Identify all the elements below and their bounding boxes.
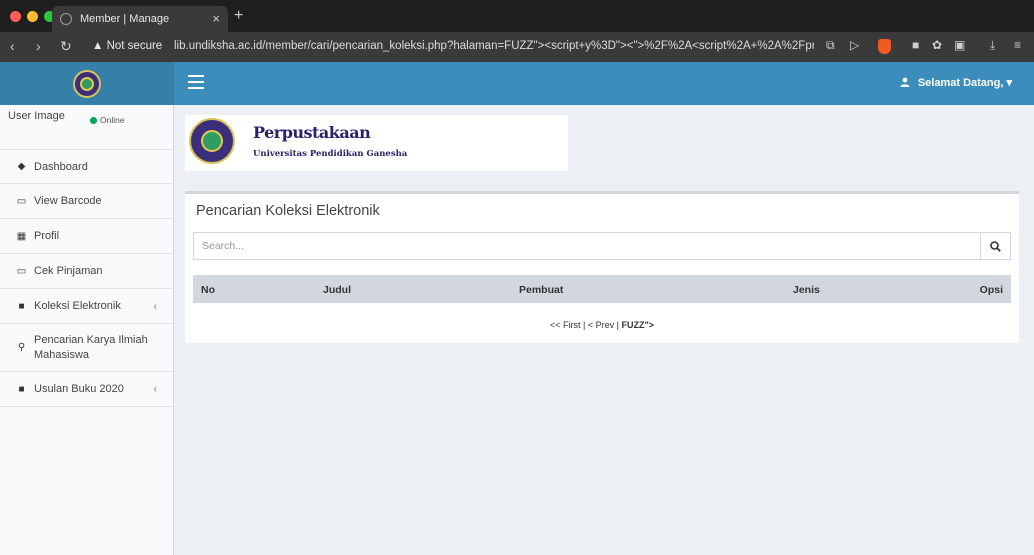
sidebar-item-label: Dashboard bbox=[34, 160, 88, 173]
tab-close-icon[interactable]: × bbox=[212, 11, 220, 26]
search-button[interactable] bbox=[980, 233, 1010, 259]
sidebar-item-label: Koleksi Elektronik bbox=[34, 300, 121, 312]
page-title: Pencarian Koleksi Elektronik bbox=[196, 203, 380, 219]
brave-shield-icon[interactable] bbox=[878, 39, 891, 54]
banner-subtitle: Universitas Pendidikan Ganesha bbox=[253, 149, 408, 159]
library-banner: Perpustakaan Universitas Pendidikan Gane… bbox=[185, 115, 568, 171]
sidebar-item-cek-pinjaman[interactable]: ▭ Cek Pinjaman bbox=[0, 254, 173, 289]
table-header: No Judul Pembuat Jenis Opsi bbox=[193, 275, 1011, 303]
sidebar-item-usulan-buku-2020[interactable]: ■ Usulan Buku 2020 ‹ bbox=[0, 372, 173, 407]
column-header-jenis[interactable]: Jenis bbox=[793, 284, 820, 296]
menu-icon[interactable]: ≡ bbox=[1014, 38, 1021, 52]
folder-icon: ■ bbox=[18, 383, 25, 395]
wallet-icon[interactable]: ▣ bbox=[954, 38, 965, 52]
status-dot-icon bbox=[90, 117, 97, 124]
back-icon[interactable]: ‹ bbox=[10, 38, 15, 54]
browser-titlebar: Member | Manage × + bbox=[0, 0, 1034, 32]
new-tab-button[interactable]: + bbox=[234, 7, 243, 25]
address-bar[interactable]: lib.undiksha.ac.id/member/cari/pencarian… bbox=[174, 40, 814, 52]
pagination[interactable]: << First | < Prev | FUZZ"> bbox=[185, 320, 1019, 330]
app-header: Selamat Datang, ▾ bbox=[0, 62, 1034, 105]
pager-links[interactable]: << First | < Prev | bbox=[550, 320, 621, 330]
forward-icon[interactable]: › bbox=[36, 38, 41, 54]
pager-current: FUZZ"> bbox=[621, 320, 654, 330]
sidebar-item-label: Usulan Buku 2020 bbox=[34, 383, 124, 395]
warning-icon: ▲ bbox=[92, 40, 104, 52]
page-viewport: Selamat Datang, ▾ User Image Online ◆ Das… bbox=[0, 62, 1034, 555]
window-close-button[interactable] bbox=[10, 11, 21, 22]
browser-toolbar: ‹ › ↻ ▲ Not secure lib.undiksha.ac.id/me… bbox=[0, 32, 1034, 62]
university-seal-icon bbox=[73, 69, 101, 98]
column-header-no[interactable]: No bbox=[201, 284, 215, 296]
window-minimize-button[interactable] bbox=[27, 11, 38, 22]
grid-icon: ▦ bbox=[16, 230, 27, 242]
welcome-label: Selamat Datang, ▾ bbox=[917, 77, 1012, 89]
security-indicator[interactable]: ▲ Not secure bbox=[92, 40, 162, 52]
folder-icon: ■ bbox=[18, 300, 25, 312]
column-header-opsi[interactable]: Opsi bbox=[980, 284, 1003, 296]
laptop-icon: ▭ bbox=[16, 195, 27, 207]
sidebar-toggle-icon[interactable] bbox=[188, 75, 204, 93]
user-panel: User Image Online bbox=[0, 105, 173, 150]
globe-icon bbox=[60, 13, 72, 25]
puzzle-icon[interactable]: ✿ bbox=[932, 38, 942, 52]
chevron-left-icon[interactable]: ‹ bbox=[154, 384, 157, 395]
search-icon: ⚲ bbox=[17, 342, 26, 353]
chevron-left-icon[interactable]: ‹ bbox=[154, 301, 157, 312]
sidebar-item-label: Pencarian Karya Ilmiah Mahasiswa bbox=[34, 333, 148, 361]
user-image: User Image bbox=[8, 110, 65, 122]
search-group bbox=[193, 232, 1011, 260]
user-icon bbox=[900, 77, 910, 87]
university-seal-icon bbox=[189, 118, 235, 164]
search-input[interactable] bbox=[194, 233, 980, 259]
window-controls bbox=[10, 11, 55, 22]
extension-icon[interactable]: ■ bbox=[912, 38, 919, 52]
dashboard-icon: ◆ bbox=[17, 161, 26, 172]
sidebar-item-label: View Barcode bbox=[34, 195, 102, 207]
sidebar: User Image Online ◆ Dashboard ▭ View Barcod… bbox=[0, 105, 174, 555]
sidebar-item-profil[interactable]: ▦ Profil bbox=[0, 219, 173, 254]
search-panel: Pencarian Koleksi Elektronik No Judul Pe… bbox=[185, 191, 1019, 343]
download-icon[interactable]: ⤓ bbox=[990, 38, 995, 53]
user-menu[interactable]: Selamat Datang, ▾ bbox=[900, 76, 1012, 89]
sidebar-item-koleksi-elektronik[interactable]: ■ Koleksi Elektronik ‹ bbox=[0, 289, 173, 324]
online-status: Online bbox=[90, 115, 125, 125]
security-label: Not secure bbox=[106, 40, 163, 52]
sidebar-item-pencarian-karya-ilmiah-mahasiswa[interactable]: ⚲ Pencarian Karya Ilmiah Mahasiswa bbox=[0, 324, 173, 372]
column-header-pembuat[interactable]: Pembuat bbox=[519, 284, 563, 296]
browser-tab[interactable]: Member | Manage × bbox=[52, 6, 228, 32]
sidebar-item-dashboard[interactable]: ◆ Dashboard bbox=[0, 150, 173, 184]
tab-title: Member | Manage bbox=[80, 13, 170, 25]
column-header-judul[interactable]: Judul bbox=[323, 284, 351, 296]
sidebar-item-label: Profil bbox=[34, 230, 60, 242]
banner-title: Perpustakaan bbox=[253, 123, 371, 142]
sidebar-item-label: Cek Pinjaman bbox=[34, 265, 103, 277]
sidebar-item-view-barcode[interactable]: ▭ View Barcode bbox=[0, 184, 173, 219]
reload-icon[interactable]: ↻ bbox=[60, 38, 72, 55]
reader-icon[interactable]: ▷ bbox=[850, 38, 859, 52]
search-icon bbox=[990, 240, 1001, 252]
app-logo[interactable] bbox=[0, 62, 174, 105]
translate-icon[interactable]: ⧉ bbox=[826, 38, 835, 53]
laptop-icon: ▭ bbox=[16, 265, 27, 277]
